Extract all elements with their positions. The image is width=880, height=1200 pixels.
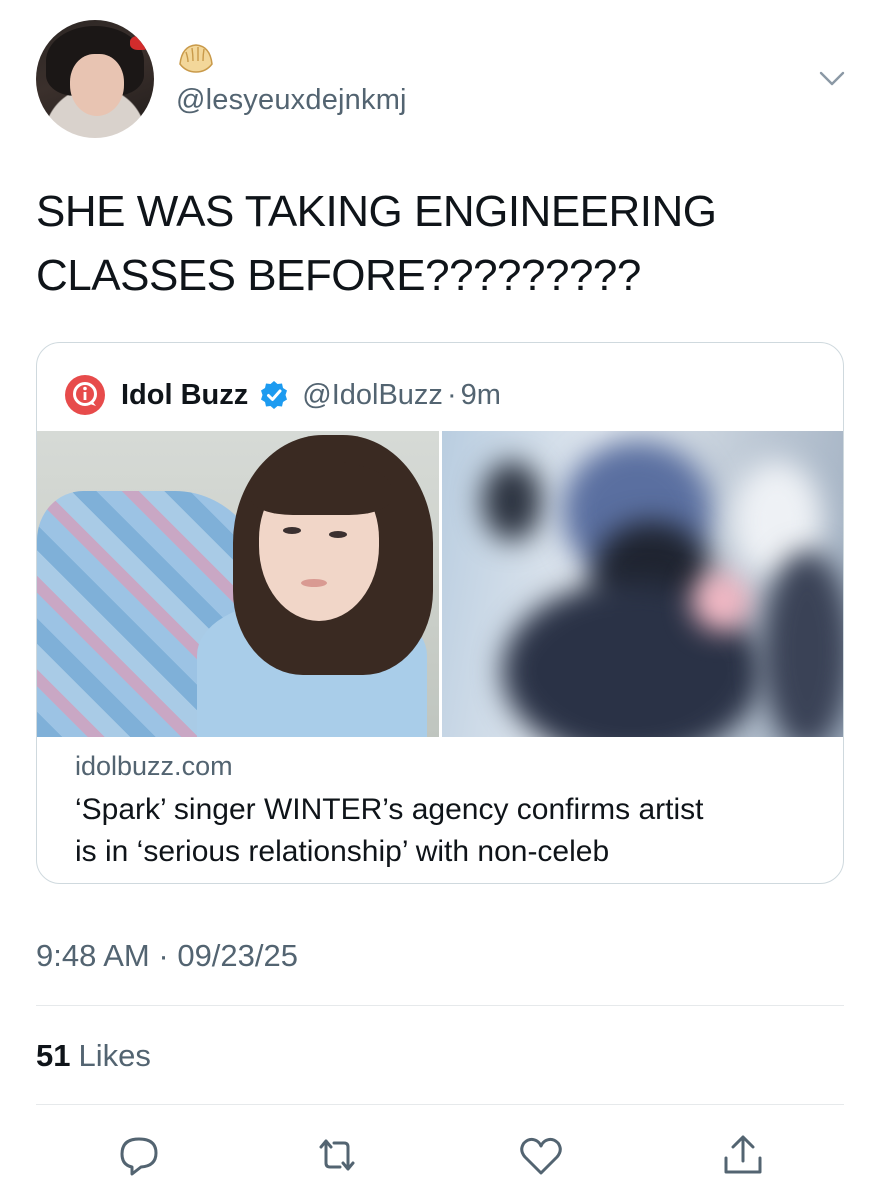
idolbuzz-logo-icon <box>65 375 105 415</box>
avatar-face <box>70 54 124 116</box>
quoted-author-name[interactable]: Idol Buzz <box>121 379 248 412</box>
preview-image-portrait[interactable] <box>37 431 439 737</box>
link-domain: idolbuzz.com <box>75 751 233 781</box>
link-title-line: ‘Spark’ singer WINTER’s agency confirms … <box>75 793 704 826</box>
tweet-timestamp[interactable]: 9:48 AM · 09/23/25 <box>36 938 298 974</box>
tweet-detail: @lesyeuxdejnkmj SHE WAS TAKING ENGINEERI… <box>0 0 880 1200</box>
verified-badge-icon <box>261 381 288 409</box>
likes-label: Likes <box>78 1038 151 1073</box>
preview-image-blurred[interactable] <box>442 431 843 737</box>
timestamp-separator: · <box>158 938 169 973</box>
quoted-tweet-header: Idol Buzz @IdolBuzz · 9m <box>65 373 501 417</box>
avatar-bow <box>130 36 150 50</box>
likes-number: 51 <box>36 1038 71 1073</box>
author-avatar[interactable] <box>36 20 154 138</box>
like-icon[interactable] <box>514 1128 568 1182</box>
share-icon[interactable] <box>716 1128 770 1182</box>
quoted-separator: · <box>446 378 457 411</box>
tweet-text: SHE WAS TAKING ENGINEERING CLASSES BEFOR… <box>36 180 836 308</box>
likes-count[interactable]: 51 Likes <box>36 1038 151 1074</box>
quoted-tweet-card[interactable]: Idol Buzz @IdolBuzz · 9m idolbuzz.com ‘S… <box>36 342 844 884</box>
dumpling-emoji-icon <box>179 44 213 73</box>
tweet-time: 9:48 AM <box>36 938 150 973</box>
retweet-icon[interactable] <box>310 1128 364 1182</box>
link-preview-media[interactable] <box>37 431 843 737</box>
reply-icon[interactable] <box>112 1128 166 1182</box>
link-title-line: is in ‘serious relationship’ with non-ce… <box>75 835 610 868</box>
quoted-author-handle[interactable]: @IdolBuzz <box>302 379 443 412</box>
tweet-text-line: CLASSES BEFORE????????? <box>36 251 641 300</box>
divider <box>36 1104 844 1105</box>
chevron-down-icon[interactable] <box>818 68 846 90</box>
quoted-tweet-time: 9m <box>460 378 501 411</box>
tweet-text-line: SHE WAS TAKING ENGINEERING <box>36 187 717 236</box>
divider <box>36 1005 844 1006</box>
author-handle[interactable]: @lesyeuxdejnkmj <box>176 84 407 117</box>
action-bar <box>0 1128 880 1188</box>
link-title[interactable]: ‘Spark’ singer WINTER’s agency confirms … <box>75 789 815 873</box>
tweet-date: 09/23/25 <box>177 938 298 973</box>
